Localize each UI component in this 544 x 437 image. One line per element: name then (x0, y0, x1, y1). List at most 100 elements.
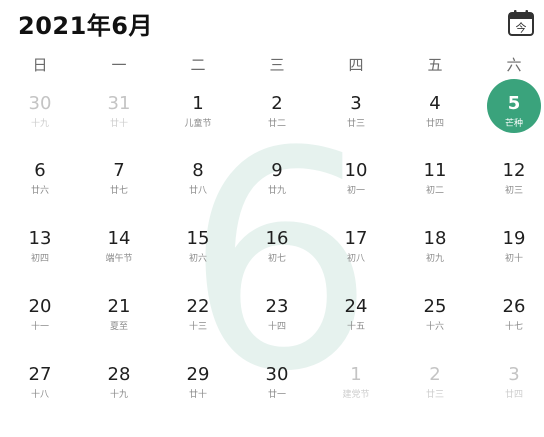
calendar-grid: 30 十九 31 廿十 1 儿童节 2 廿二 3 廿三 4 廿四 5 芒种 6 廿六 7 廿七 8 廿八 9 廿九 10 初一… (0, 0, 544, 411)
day-number: 17 (344, 228, 368, 249)
day-cell[interactable]: 1 建党节 (321, 364, 391, 422)
lunar-date: 初八 (346, 254, 365, 264)
day-number: 30 (28, 93, 52, 114)
lunar-date: 十五 (346, 322, 365, 332)
lunar-date: 廿三 (346, 119, 365, 129)
lunar-date: 十四 (267, 322, 286, 332)
day-number: 25 (423, 296, 447, 317)
lunar-date: 初六 (188, 254, 207, 264)
lunar-date: 端午节 (105, 254, 133, 264)
lunar-date: 十九 (30, 119, 49, 129)
day-cell[interactable]: 3 廿三 (321, 93, 391, 151)
lunar-date: 初三 (504, 186, 523, 196)
day-number: 9 (271, 160, 283, 181)
day-number: 26 (502, 296, 526, 317)
day-cell[interactable]: 25 十六 (400, 296, 470, 354)
day-number: 2 (429, 364, 441, 385)
lunar-date: 夏至 (109, 322, 128, 332)
lunar-date: 廿十 (109, 119, 128, 129)
lunar-date: 十三 (188, 322, 207, 332)
day-cell[interactable]: 16 初七 (242, 228, 312, 286)
day-number: 24 (344, 296, 368, 317)
lunar-date: 芒种 (504, 119, 523, 129)
day-number: 19 (502, 228, 526, 249)
lunar-date: 初二 (425, 186, 444, 196)
lunar-date: 初十 (504, 254, 523, 264)
day-cell[interactable]: 24 十五 (321, 296, 391, 354)
lunar-date: 廿十 (188, 390, 207, 400)
day-cell[interactable]: 31 廿十 (84, 93, 154, 151)
day-cell[interactable]: 27 十八 (5, 364, 75, 422)
lunar-date: 廿一 (267, 390, 286, 400)
day-cell[interactable]: 8 廿八 (163, 160, 233, 218)
lunar-date: 廿三 (425, 390, 444, 400)
day-cell[interactable]: 3 廿四 (479, 364, 544, 422)
day-cell[interactable]: 4 廿四 (400, 93, 470, 151)
lunar-date: 初七 (267, 254, 286, 264)
lunar-date: 初九 (425, 254, 444, 264)
lunar-date: 廿四 (425, 119, 444, 129)
day-cell[interactable]: 17 初八 (321, 228, 391, 286)
day-cell[interactable]: 7 廿七 (84, 160, 154, 218)
day-number: 4 (429, 93, 441, 114)
day-cell-selected[interactable]: 5 芒种 (479, 79, 544, 151)
lunar-date: 廿七 (109, 186, 128, 196)
day-number: 28 (107, 364, 131, 385)
day-cell[interactable]: 6 廿六 (5, 160, 75, 218)
lunar-date: 初一 (346, 186, 365, 196)
lunar-date: 十九 (109, 390, 128, 400)
day-cell[interactable]: 10 初一 (321, 160, 391, 218)
day-number: 3 (350, 93, 362, 114)
lunar-date: 十八 (30, 390, 49, 400)
day-cell[interactable]: 29 廿十 (163, 364, 233, 422)
day-cell[interactable]: 20 十一 (5, 296, 75, 354)
day-cell[interactable]: 2 廿三 (400, 364, 470, 422)
day-cell[interactable]: 30 十九 (5, 93, 75, 151)
day-cell[interactable]: 22 十三 (163, 296, 233, 354)
lunar-date: 儿童节 (184, 119, 212, 129)
day-number: 11 (423, 160, 447, 181)
day-number: 18 (423, 228, 447, 249)
lunar-date: 十一 (30, 322, 49, 332)
day-cell[interactable]: 28 十九 (84, 364, 154, 422)
day-cell[interactable]: 26 十七 (479, 296, 544, 354)
day-cell[interactable]: 23 十四 (242, 296, 312, 354)
day-cell[interactable]: 14 端午节 (84, 228, 154, 286)
day-number: 27 (28, 364, 52, 385)
day-number: 30 (265, 364, 289, 385)
day-number: 31 (107, 93, 131, 114)
day-number: 13 (28, 228, 52, 249)
day-number: 6 (34, 160, 46, 181)
day-cell[interactable]: 13 初四 (5, 228, 75, 286)
day-number: 14 (107, 228, 131, 249)
day-number: 21 (107, 296, 131, 317)
lunar-date: 十六 (425, 322, 444, 332)
day-number: 7 (113, 160, 125, 181)
day-cell[interactable]: 12 初三 (479, 160, 544, 218)
day-cell[interactable]: 15 初六 (163, 228, 233, 286)
day-cell[interactable]: 18 初九 (400, 228, 470, 286)
day-cell[interactable]: 9 廿九 (242, 160, 312, 218)
day-cell[interactable]: 11 初二 (400, 160, 470, 218)
lunar-date: 廿八 (188, 186, 207, 196)
day-cell[interactable]: 21 夏至 (84, 296, 154, 354)
day-cell[interactable]: 2 廿二 (242, 93, 312, 151)
day-number: 29 (186, 364, 210, 385)
lunar-date: 初四 (30, 254, 49, 264)
day-number: 12 (502, 160, 526, 181)
day-cell[interactable]: 1 儿童节 (163, 93, 233, 151)
day-number: 20 (28, 296, 52, 317)
day-number: 1 (192, 93, 204, 114)
day-number: 1 (350, 364, 362, 385)
day-number: 23 (265, 296, 289, 317)
lunar-date: 廿九 (267, 186, 286, 196)
lunar-date: 十七 (504, 322, 523, 332)
day-cell[interactable]: 30 廿一 (242, 364, 312, 422)
day-cell[interactable]: 19 初十 (479, 228, 544, 286)
day-number: 5 (507, 93, 521, 114)
day-number: 2 (271, 93, 283, 114)
lunar-date: 廿六 (30, 186, 49, 196)
day-number: 10 (344, 160, 368, 181)
day-number: 16 (265, 228, 289, 249)
lunar-date: 廿二 (267, 119, 286, 129)
